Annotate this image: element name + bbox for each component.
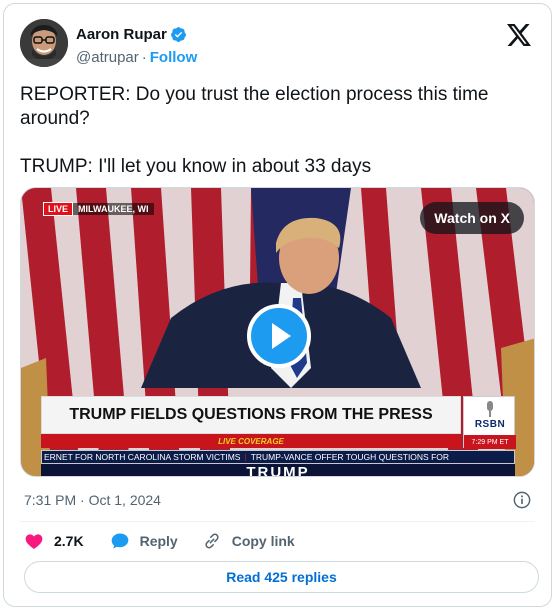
info-icon[interactable] <box>513 491 531 509</box>
reply-bubble-icon <box>111 533 128 549</box>
reply-label: Reply <box>139 533 178 549</box>
headline-banner: TRUMP FIELDS QUESTIONS FROM THE PRESS <box>41 396 461 434</box>
play-icon <box>272 323 291 349</box>
bottom-strip: TRUMP <box>41 464 515 476</box>
channel-logo: RSBN <box>474 419 506 430</box>
action-bar: 2.7K Reply Copy link <box>24 531 295 551</box>
x-logo-icon[interactable] <box>507 24 531 46</box>
live-badge: LIVE MILWAUKEE, WI <box>43 202 154 216</box>
news-ticker: ERNET FOR NORTH CAROLINA STORM VICTIMS |… <box>41 450 515 464</box>
timestamp[interactable]: 7:31 PM · Oct 1, 2024 <box>24 492 161 508</box>
avatar[interactable] <box>20 19 68 67</box>
ticker-item: TRUMP-VANCE OFFER TOUGH QUESTIONS FOR <box>250 452 450 462</box>
copy-link-button[interactable]: Copy link <box>202 531 295 551</box>
author-name[interactable]: Aaron Rupar <box>76 26 167 43</box>
live-coverage-bar: LIVE COVERAGE <box>41 434 461 448</box>
tweet-card: Aaron Rupar @atrupar · Follow REPORTER: Do… <box>3 3 552 607</box>
handle-row: @atrupar · Follow <box>76 49 198 66</box>
channel-logo-box: RSBN 7:29 PM ET <box>463 396 516 449</box>
divider <box>20 521 535 522</box>
like-count: 2.7K <box>54 533 84 549</box>
tweet-text: REPORTER: Do you trust the election proc… <box>20 84 489 177</box>
heart-icon <box>25 534 43 549</box>
microphone-icon <box>487 401 493 417</box>
link-icon <box>205 533 219 549</box>
verified-badge-icon <box>171 27 186 42</box>
video-player[interactable]: LIVE MILWAUKEE, WI Watch on X TRUMP FIEL… <box>20 187 535 477</box>
copy-link-label: Copy link <box>231 533 295 549</box>
ticker-item: ERNET FOR NORTH CAROLINA STORM VICTIMS <box>44 452 241 462</box>
reply-button[interactable]: Reply <box>110 531 178 551</box>
live-label: LIVE <box>43 202 74 216</box>
read-replies-button[interactable]: Read 425 replies <box>24 561 539 593</box>
watch-on-x-button[interactable]: Watch on X <box>420 202 524 234</box>
play-button[interactable] <box>247 304 311 368</box>
channel-time: 7:29 PM ET <box>464 435 516 449</box>
location-label: MILWAUKEE, WI <box>73 203 154 215</box>
author-handle[interactable]: @atrupar <box>76 49 139 66</box>
like-button[interactable]: 2.7K <box>24 531 84 551</box>
follow-button[interactable]: Follow <box>150 49 198 66</box>
